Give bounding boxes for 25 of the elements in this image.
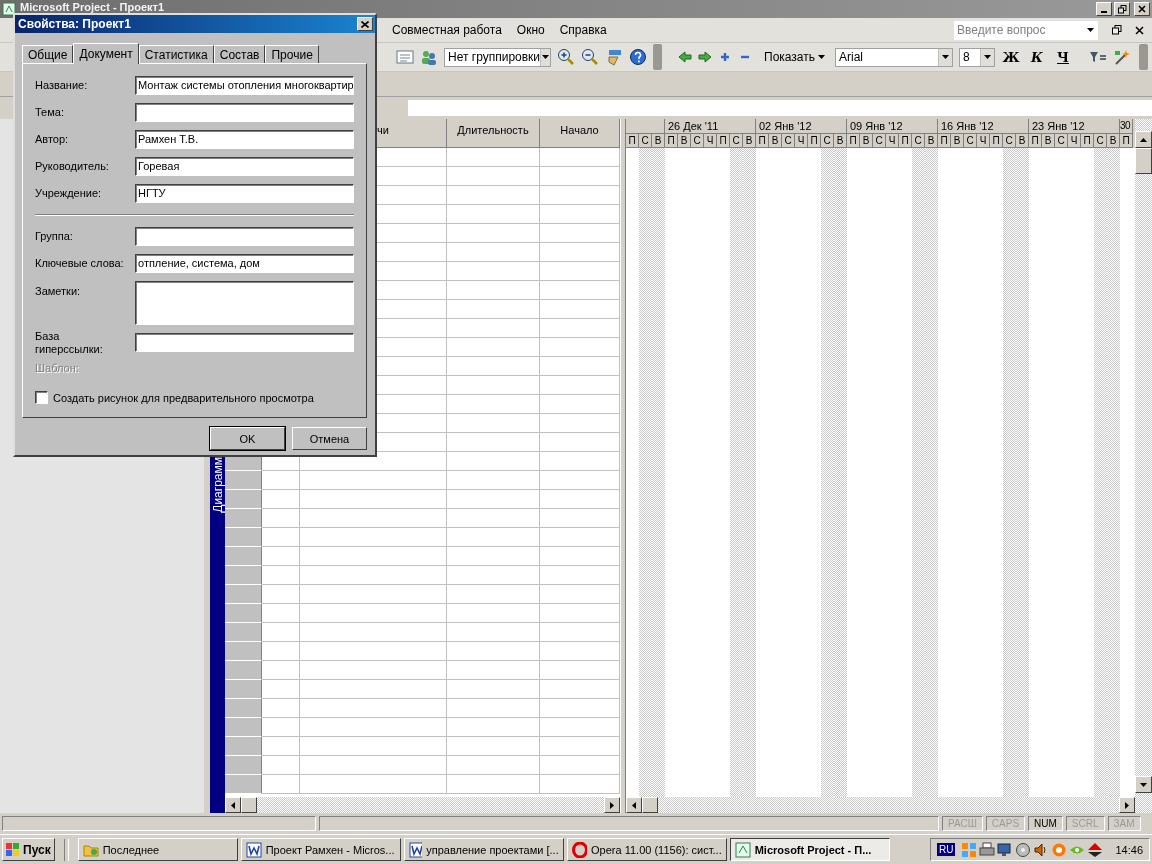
status-indicator: NUM [1028, 816, 1063, 831]
field-label: Группа: [35, 230, 74, 243]
dialog-title: Свойства: Проект1 [18, 17, 131, 31]
field-label: Название: [35, 79, 89, 92]
field-label: Руководитель: [35, 160, 110, 173]
status-indicator: SCRL [1065, 816, 1105, 831]
week-label: 09 Янв '12 [850, 120, 903, 132]
field-label: Заметки: [35, 284, 82, 298]
field-label: Ключевые слова: [35, 257, 125, 270]
status-indicator: РАСШ [942, 816, 983, 831]
view-label: Диаграмм [210, 457, 225, 513]
window-title: Microsoft Project - Проект1 [20, 1, 165, 13]
week-label: 30 [1120, 120, 1131, 131]
field-label: База гиперссылки: [35, 329, 104, 356]
week-label: 26 Дек '11 [668, 120, 719, 132]
field-label: Автор: [35, 133, 70, 146]
template-label: Шаблон: [35, 362, 80, 374]
field-label: Учреждение: [35, 187, 103, 200]
clock: 14:46 [1115, 843, 1143, 856]
status-indicator: ЗАМ [1107, 816, 1141, 831]
week-label: 16 Янв '12 [941, 120, 994, 132]
week-label: 02 Янв '12 [759, 120, 812, 132]
status-indicator: CAPS [985, 816, 1026, 831]
field-label: Тема: [35, 106, 65, 119]
week-label: 23 Янв '12 [1032, 120, 1085, 132]
